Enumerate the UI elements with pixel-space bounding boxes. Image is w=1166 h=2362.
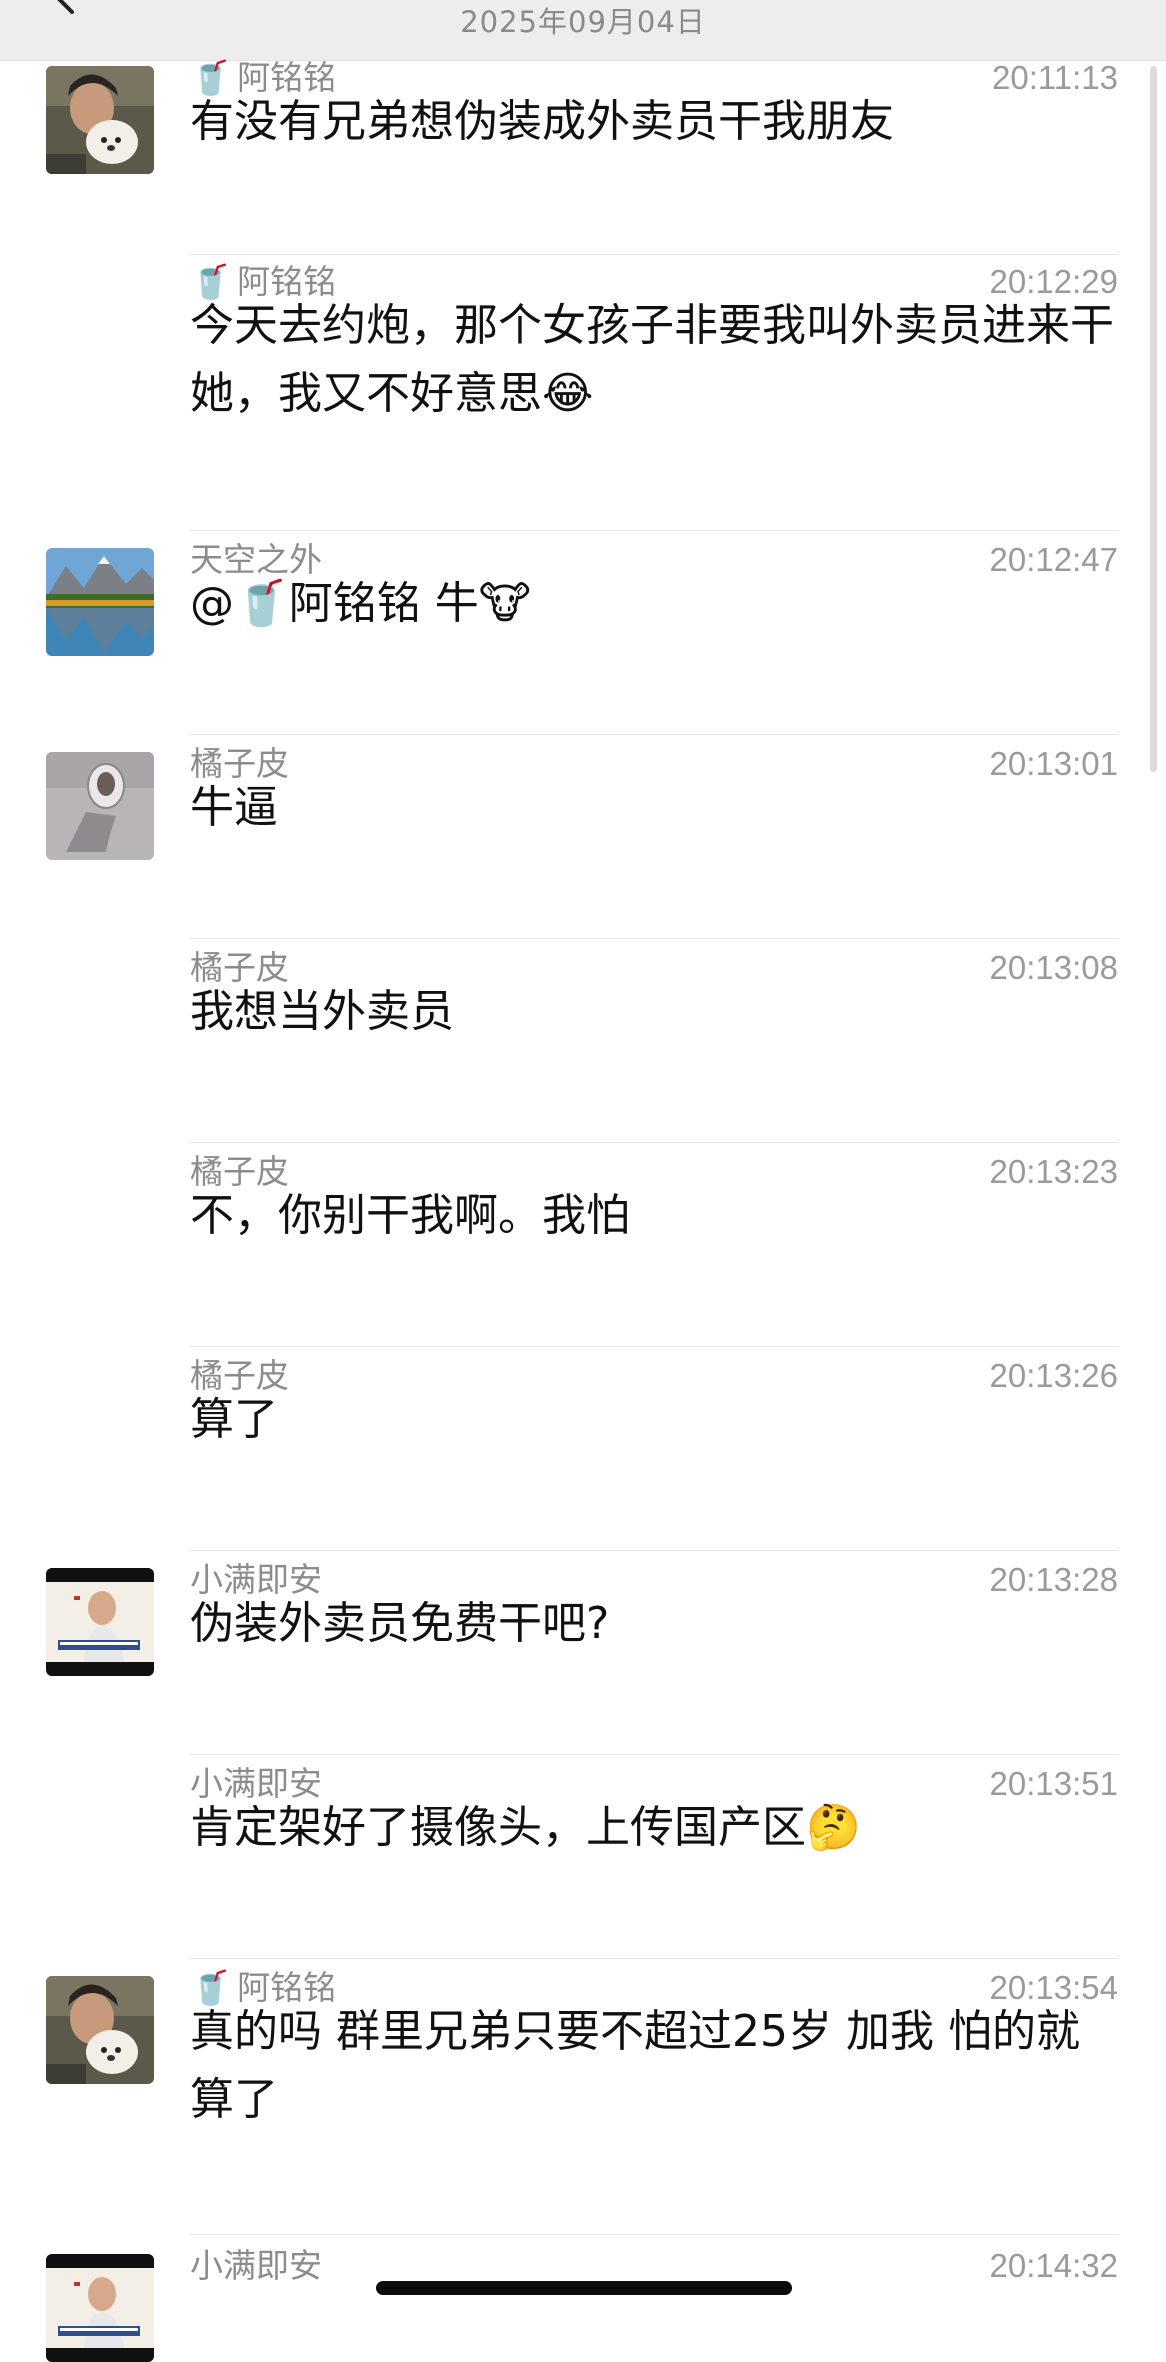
message-divider [190,2234,1118,2235]
message-text[interactable]: 今天去约炮，那个女孩子非要我叫外卖员进来干她，我又不好意思😂 [190,292,1120,428]
message-divider [190,254,1118,255]
avatar[interactable] [46,548,154,656]
message-text[interactable]: 肯定架好了摄像头，上传国产区🤔 [190,1794,1120,1862]
sender-name-text: 小满即安 [190,2246,322,2285]
message-divider [190,1142,1118,1143]
message-timestamp: 20:14:32 [989,2247,1118,2284]
message-divider [190,1346,1118,1347]
message-text[interactable]: 伪装外卖员免费干吧? [190,1590,1120,1658]
sender-name: 小满即安 [190,2246,322,2286]
avatar[interactable] [46,2254,154,2362]
message-text[interactable]: 真的吗 群里兄弟只要不超过25岁 加我 怕的就算了 [190,1998,1120,2134]
message-divider [190,1958,1118,1959]
home-indicator[interactable] [376,2281,792,2295]
message-text[interactable]: 不，你别干我啊。我怕 [190,1182,1120,1250]
message-text[interactable]: @🥤阿铭铭 牛🐮 [190,570,1120,638]
message-divider [190,1754,1118,1755]
message-list: 🥤 阿铭铭 20:11:13 有没有兄弟想伪装成外卖员干我朋友 🥤 阿铭铭 20:12:29… [0,0,1166,2362]
message-text[interactable]: 牛逼 [190,774,1120,842]
message-divider [190,734,1118,735]
message-divider [190,1550,1118,1551]
avatar[interactable] [46,1976,154,2084]
message-divider [190,530,1118,531]
message-text[interactable]: 有没有兄弟想伪装成外卖员干我朋友 [190,88,1120,156]
message-divider [190,938,1118,939]
message-text[interactable]: 我想当外卖员 [190,978,1120,1046]
avatar[interactable] [46,752,154,860]
message-text[interactable]: 算了 [190,1386,1120,1454]
scrollbar[interactable] [1150,66,1157,772]
avatar[interactable] [46,66,154,174]
avatar[interactable] [46,1568,154,1676]
